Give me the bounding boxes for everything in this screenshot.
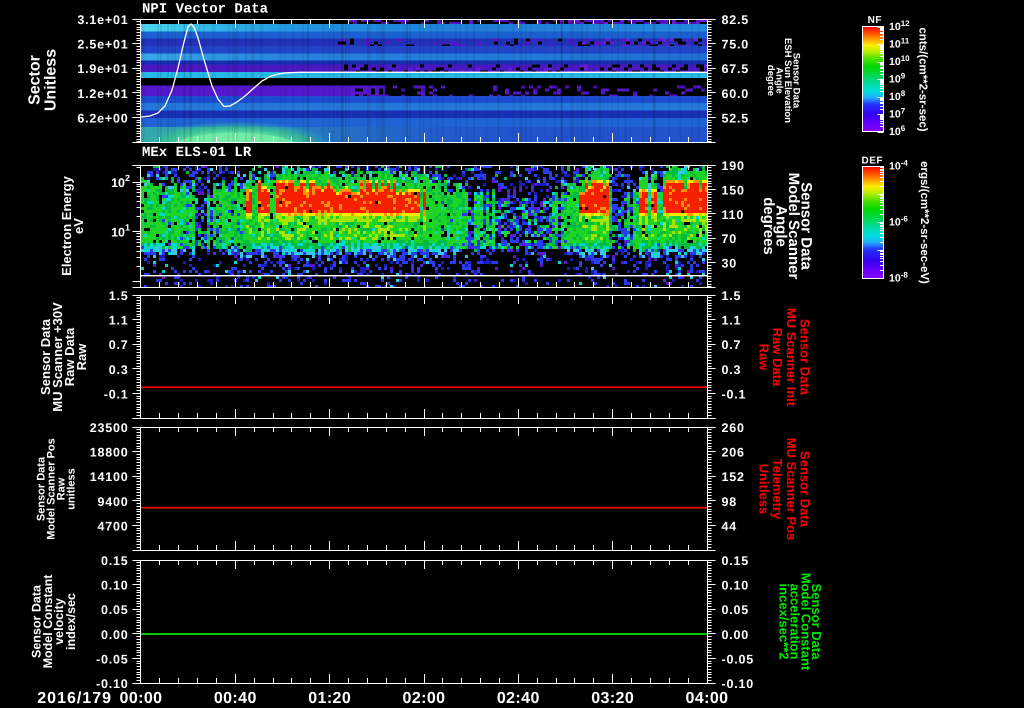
svg-text:MEx ELS-01 LR: MEx ELS-01 LR xyxy=(142,145,252,161)
svg-text:2.5e+01: 2.5e+01 xyxy=(77,38,128,52)
svg-text:Raw: Raw xyxy=(74,343,89,371)
svg-text:0.00: 0.00 xyxy=(722,628,750,642)
svg-text:0.3: 0.3 xyxy=(109,363,129,377)
svg-text:0.7: 0.7 xyxy=(722,338,742,352)
svg-text:cnts/(cm**2-sr-sec): cnts/(cm**2-sr-sec) xyxy=(917,27,929,131)
svg-text:0.3: 0.3 xyxy=(722,363,742,377)
svg-text:Unitless: Unitless xyxy=(757,464,772,515)
svg-text:1.5: 1.5 xyxy=(109,289,129,303)
svg-text:0.15: 0.15 xyxy=(101,554,129,568)
svg-text:degree: degree xyxy=(765,65,776,96)
svg-text:18800: 18800 xyxy=(90,446,129,460)
svg-text:degrees: degrees xyxy=(760,197,777,255)
svg-text:NF: NF xyxy=(868,15,882,26)
svg-text:-0.1: -0.1 xyxy=(104,387,129,401)
svg-text:Raw: Raw xyxy=(757,344,772,372)
svg-text:incex/sec**2: incex/sec**2 xyxy=(777,584,792,660)
svg-text:6.2e+00: 6.2e+00 xyxy=(77,111,128,125)
svg-text:110: 110 xyxy=(722,208,745,222)
svg-text:0.7: 0.7 xyxy=(109,338,129,352)
svg-text:0.10: 0.10 xyxy=(101,579,129,593)
svg-text:02:00: 02:00 xyxy=(403,690,446,707)
svg-text:ergs/(cm**2-sr-sec-eV): ergs/(cm**2-sr-sec-eV) xyxy=(918,161,930,284)
svg-text:3.1e+01: 3.1e+01 xyxy=(77,13,128,27)
svg-text:0.05: 0.05 xyxy=(722,603,750,617)
svg-text:1.9e+01: 1.9e+01 xyxy=(77,62,128,76)
svg-text:44: 44 xyxy=(722,519,738,533)
svg-text:2016/179: 2016/179 xyxy=(37,690,112,707)
svg-text:Sector: Sector xyxy=(26,55,43,105)
svg-text:0.15: 0.15 xyxy=(722,554,750,568)
svg-text:9400: 9400 xyxy=(97,495,128,509)
svg-text:206: 206 xyxy=(722,446,745,460)
svg-text:-0.10: -0.10 xyxy=(96,677,129,691)
svg-text:Unitless: Unitless xyxy=(42,49,59,111)
svg-text:4700: 4700 xyxy=(97,519,128,533)
svg-text:190: 190 xyxy=(722,159,745,173)
svg-text:70: 70 xyxy=(722,232,738,246)
svg-text:1.2e+01: 1.2e+01 xyxy=(77,87,128,101)
svg-text:75.0: 75.0 xyxy=(722,38,750,52)
svg-text:0.05: 0.05 xyxy=(101,603,129,617)
svg-text:03:20: 03:20 xyxy=(591,690,634,707)
svg-text:98: 98 xyxy=(722,495,738,509)
svg-text:02:40: 02:40 xyxy=(497,690,540,707)
svg-text:unitless: unitless xyxy=(66,468,78,510)
svg-text:152: 152 xyxy=(722,470,745,484)
svg-text:-0.05: -0.05 xyxy=(722,652,755,666)
svg-text:NPI Vector Data: NPI Vector Data xyxy=(142,2,269,18)
svg-text:-0.1: -0.1 xyxy=(722,387,747,401)
svg-text:01:20: 01:20 xyxy=(308,690,351,707)
svg-text:00:00: 00:00 xyxy=(120,690,163,707)
svg-text:eV: eV xyxy=(71,218,86,234)
svg-text:index/sec: index/sec xyxy=(64,593,78,650)
svg-text:60.0: 60.0 xyxy=(722,87,750,101)
svg-text:-0.05: -0.05 xyxy=(96,652,129,666)
svg-text:52.5: 52.5 xyxy=(722,111,750,125)
svg-text:04:00: 04:00 xyxy=(686,690,729,707)
svg-text:30: 30 xyxy=(722,257,738,271)
svg-text:-0.10: -0.10 xyxy=(722,677,755,691)
svg-text:67.5: 67.5 xyxy=(722,62,750,76)
svg-text:82.5: 82.5 xyxy=(722,13,750,27)
svg-text:0.00: 0.00 xyxy=(101,628,129,642)
svg-text:0.10: 0.10 xyxy=(722,579,750,593)
svg-text:00:40: 00:40 xyxy=(214,690,257,707)
svg-text:14100: 14100 xyxy=(90,470,129,484)
svg-text:1.1: 1.1 xyxy=(722,314,742,328)
svg-text:1.5: 1.5 xyxy=(722,289,742,303)
svg-text:1.1: 1.1 xyxy=(109,314,129,328)
svg-text:150: 150 xyxy=(722,183,745,197)
svg-text:260: 260 xyxy=(722,421,745,435)
svg-text:DEF: DEF xyxy=(862,156,884,167)
svg-text:23500: 23500 xyxy=(90,421,129,435)
